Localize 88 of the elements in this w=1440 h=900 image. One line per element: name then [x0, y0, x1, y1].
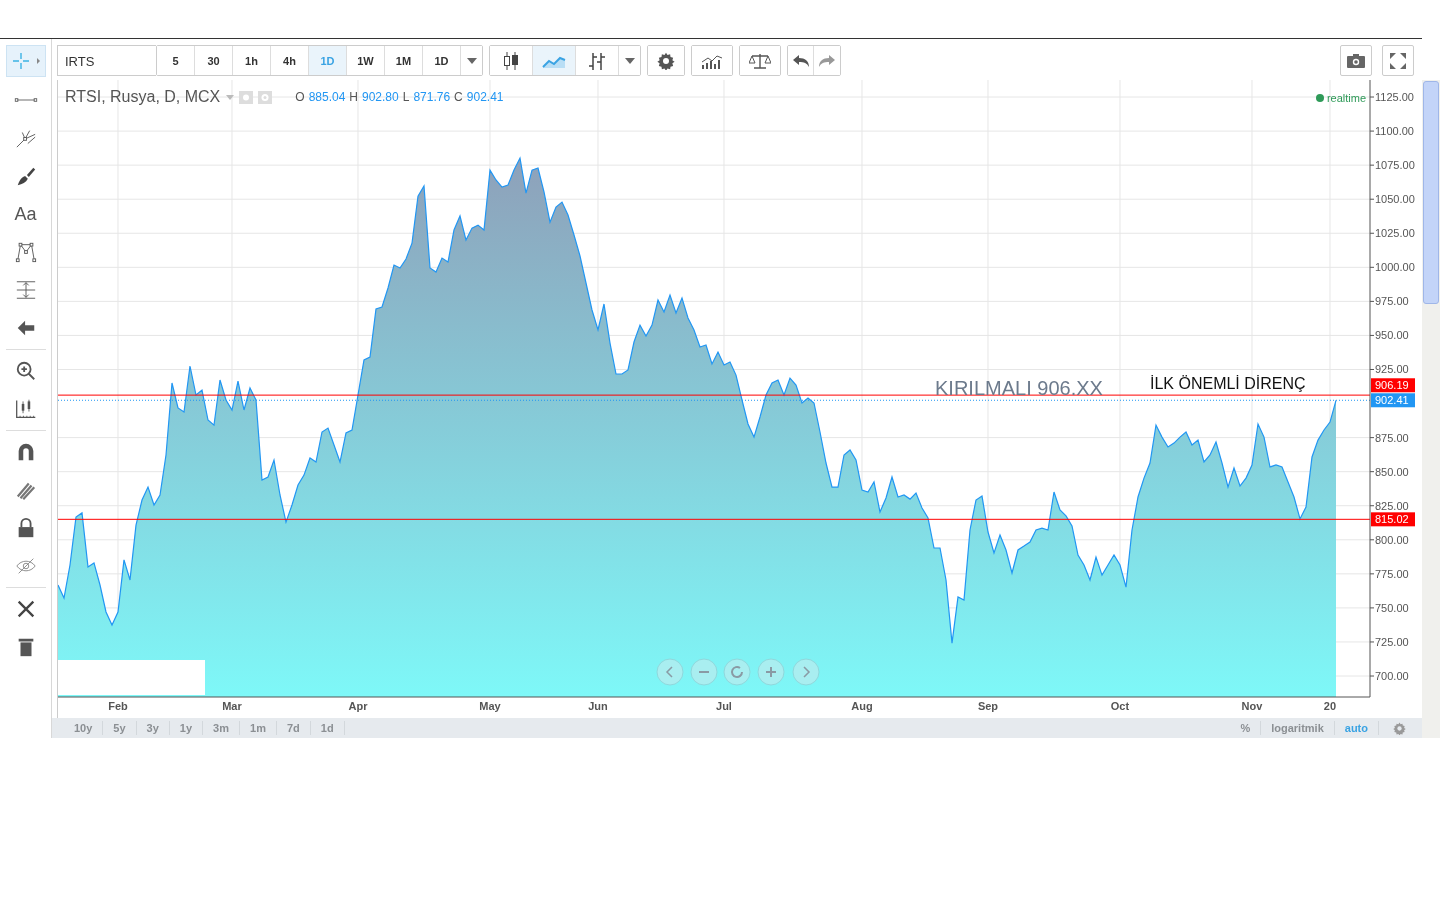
ref-line-label: 902.41 — [1375, 394, 1409, 407]
line-segment-icon — [13, 97, 38, 103]
status-dot-icon — [1315, 94, 1324, 103]
range-button[interactable]: 3m — [203, 721, 240, 736]
indicators-button[interactable] — [692, 46, 732, 75]
price-axis-label: 950.00 — [1375, 329, 1409, 342]
price-axis-label: 775.00 — [1375, 568, 1409, 581]
measure-icon — [14, 279, 37, 301]
price-badge: 815.02 — [1371, 512, 1415, 527]
range-button[interactable]: 1m — [240, 721, 277, 736]
price-axis-label: 925.00 — [1375, 363, 1409, 376]
chart-note: İLK ÖNEMLİ DİRENÇ — [1150, 375, 1306, 393]
time-axis-label: Mar — [222, 700, 242, 713]
price-axis-label: 1000.00 — [1375, 261, 1415, 274]
time-axis-label: Nov — [1241, 700, 1263, 713]
symbol-field[interactable]: IRTS — [57, 45, 156, 76]
crosshair-icon — [10, 51, 41, 71]
range-button[interactable]: 10y — [64, 721, 104, 736]
interval-button[interactable]: 1D — [309, 46, 347, 75]
ref-line-label: 815.02 — [1375, 513, 1409, 526]
range-button[interactable]: 5y — [103, 721, 137, 736]
ohlc-value: 902.41 — [466, 90, 504, 105]
time-axis-label: Oct — [1110, 700, 1130, 713]
price-axis-label: 1125.00 — [1375, 91, 1414, 104]
ohlc-value: 902.80 — [362, 90, 399, 105]
ref-line-label: 906.19 — [1375, 379, 1409, 392]
range-button[interactable]: 3y — [136, 721, 170, 736]
time-axis-label: May — [479, 700, 501, 713]
scrollbar-track[interactable] — [1422, 80, 1440, 738]
redo-icon — [818, 53, 836, 68]
fullscreen-icon — [1389, 51, 1407, 70]
range-button[interactable]: 1y — [169, 721, 204, 736]
compare-button[interactable] — [740, 46, 780, 75]
price-badge: 906.19 — [1371, 378, 1415, 393]
price-axis-label: 1025.00 — [1375, 227, 1415, 240]
chart-note: KIRILMALI 906.XX — [935, 377, 1103, 400]
scale-option-button[interactable]: % — [1230, 721, 1262, 736]
bar-chart-icon — [587, 50, 607, 71]
ohlc-key: L — [402, 90, 410, 105]
realtime-status: realtime — [1326, 92, 1366, 105]
text-tool-button[interactable]: Aa — [5, 195, 46, 233]
fullscreen-button[interactable] — [1382, 45, 1414, 76]
scales-icon — [749, 51, 771, 70]
price-axis-label: 875.00 — [1375, 431, 1409, 444]
settings-icon — [1393, 721, 1406, 735]
range-button[interactable]: 7d — [276, 721, 311, 736]
time-axis-label: Feb — [108, 700, 128, 713]
camera-icon — [1347, 53, 1365, 68]
interval-button[interactable]: 5 — [157, 46, 195, 75]
price-badge: 902.41 — [1371, 393, 1415, 408]
settings-button[interactable] — [648, 46, 684, 75]
caret-icon — [466, 57, 477, 64]
ruler-chart-icon — [14, 398, 37, 420]
ohlc-value: 885.04 — [308, 90, 346, 105]
time-axis-label: Aug — [851, 700, 873, 713]
price-axis-label: 975.00 — [1375, 295, 1409, 308]
price-axis-label: 850.00 — [1375, 466, 1409, 479]
price-axis-label: 725.00 — [1375, 636, 1409, 649]
price-axis-label: 1100.00 — [1375, 125, 1414, 138]
time-axis-label: 20 — [1323, 700, 1337, 713]
price-axis-label: 750.00 — [1375, 602, 1409, 615]
screenshot-button[interactable] — [1340, 45, 1372, 76]
price-axis-label: 825.00 — [1375, 500, 1409, 513]
undo-button[interactable] — [788, 46, 814, 75]
ohlc-key: H — [349, 90, 358, 105]
ohlc-key: O — [295, 90, 305, 105]
time-axis-label: Jun — [588, 700, 608, 713]
price-axis-label: 1050.00 — [1375, 193, 1415, 206]
scrollbar-thumb[interactable] — [1423, 81, 1439, 304]
candles-chart-button[interactable] — [490, 46, 533, 75]
ohlc-value: 871.76 — [413, 90, 451, 105]
zoom-in-icon — [14, 360, 37, 382]
price-axis-label: 700.00 — [1375, 670, 1409, 683]
settings-icon — [657, 51, 675, 70]
time-axis-label: Sep — [977, 700, 999, 713]
time-axis-label: Apr — [348, 700, 368, 713]
price-axis-label: 800.00 — [1375, 534, 1409, 547]
ohlc-key: C — [454, 90, 463, 105]
caret-icon — [624, 57, 635, 64]
time-axis-label: Jul — [716, 700, 732, 713]
pattern-icon — [14, 241, 37, 263]
candlestick-icon — [502, 50, 520, 71]
range-button[interactable]: 1d — [310, 721, 345, 736]
undo-icon — [791, 53, 810, 68]
scale-option-button[interactable]: auto — [1334, 721, 1379, 736]
price-axis-label: 1075.00 — [1375, 159, 1415, 172]
symbol-title: RTSI, Rusya, D, MCX — [65, 88, 221, 107]
scale-option-button[interactable]: logaritmik — [1261, 721, 1335, 736]
